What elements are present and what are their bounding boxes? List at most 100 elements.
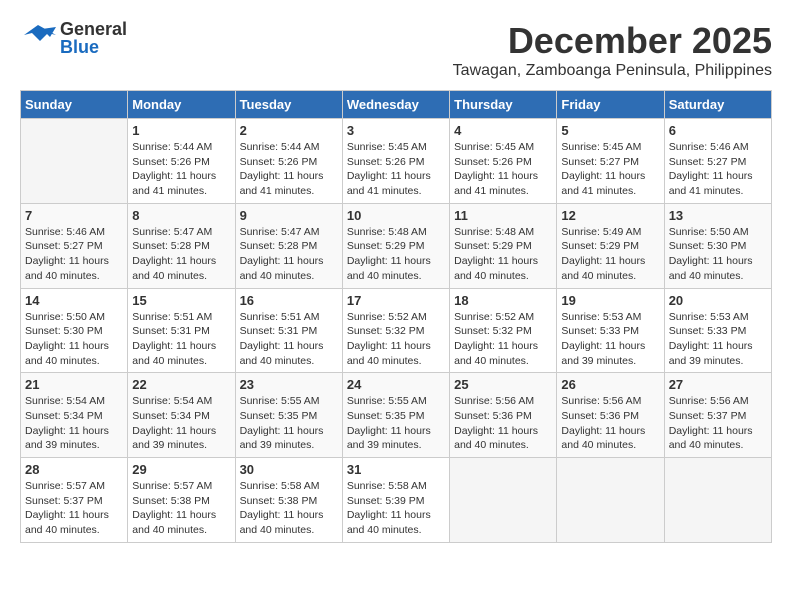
day-info: Sunrise: 5:56 AMSunset: 5:37 PMDaylight:… xyxy=(669,394,767,453)
weekday-header-sunday: Sunday xyxy=(21,91,128,119)
calendar-cell xyxy=(21,119,128,204)
calendar-cell: 3 Sunrise: 5:45 AMSunset: 5:26 PMDaylight… xyxy=(342,119,449,204)
calendar-cell: 13Sunrise: 5:50 AMSunset: 5:30 PMDayligh… xyxy=(664,203,771,288)
month-title: December 2025 xyxy=(453,20,772,62)
calendar-cell: 16Sunrise: 5:51 AMSunset: 5:31 PMDayligh… xyxy=(235,288,342,373)
weekday-header-row: SundayMondayTuesdayWednesdayThursdayFrid… xyxy=(21,91,772,119)
calendar-cell: 15 Sunrise: 5:51 AMSunset: 5:31 PMDayligh… xyxy=(128,288,235,373)
calendar-cell: 4 Sunrise: 5:45 AMSunset: 5:26 PMDaylight… xyxy=(450,119,557,204)
day-info: Sunrise: 5:46 AMSunset: 5:27 PMDaylight:… xyxy=(669,140,767,199)
day-number: 15 xyxy=(132,293,230,308)
calendar-cell: 10Sunrise: 5:48 AMSunset: 5:29 PMDayligh… xyxy=(342,203,449,288)
day-number: 29 xyxy=(132,462,230,477)
calendar-cell: 2 Sunrise: 5:44 AMSunset: 5:26 PMDaylight… xyxy=(235,119,342,204)
calendar-cell: 31Sunrise: 5:58 AMSunset: 5:39 PMDayligh… xyxy=(342,458,449,543)
calendar-cell: 29Sunrise: 5:57 AMSunset: 5:38 PMDayligh… xyxy=(128,458,235,543)
calendar-cell: 18 Sunrise: 5:52 AMSunset: 5:32 PMDayligh… xyxy=(450,288,557,373)
day-number: 4 xyxy=(454,123,552,138)
day-number: 18 xyxy=(454,293,552,308)
calendar-cell: 22Sunrise: 5:54 AMSunset: 5:34 PMDayligh… xyxy=(128,373,235,458)
calendar-cell: 25 Sunrise: 5:56 AMSunset: 5:36 PMDayligh… xyxy=(450,373,557,458)
calendar-cell: 26 Sunrise: 5:56 AMSunset: 5:36 PMDayligh… xyxy=(557,373,664,458)
day-info: Sunrise: 5:48 AMSunset: 5:29 PMDaylight:… xyxy=(454,225,552,284)
location-subtitle: Tawagan, Zamboanga Peninsula, Philippine… xyxy=(453,62,772,80)
calendar-week-row: 28 Sunrise: 5:57 AMSunset: 5:37 PMDayligh… xyxy=(21,458,772,543)
day-info: Sunrise: 5:50 AMSunset: 5:30 PMDaylight:… xyxy=(669,225,767,284)
day-info: Sunrise: 5:51 AMSunset: 5:31 PMDaylight:… xyxy=(132,310,230,369)
day-info: Sunrise: 5:53 AMSunset: 5:33 PMDaylight:… xyxy=(669,310,767,369)
day-number: 5 xyxy=(561,123,659,138)
day-number: 7 xyxy=(25,208,123,223)
calendar-cell: 5 Sunrise: 5:45 AMSunset: 5:27 PMDaylight… xyxy=(557,119,664,204)
calendar-cell: 17 Sunrise: 5:52 AMSunset: 5:32 PMDayligh… xyxy=(342,288,449,373)
day-info: Sunrise: 5:57 AMSunset: 5:37 PMDaylight:… xyxy=(25,479,123,538)
day-number: 14 xyxy=(25,293,123,308)
day-info: Sunrise: 5:49 AMSunset: 5:29 PMDaylight:… xyxy=(561,225,659,284)
day-number: 3 xyxy=(347,123,445,138)
day-info: Sunrise: 5:53 AMSunset: 5:33 PMDaylight:… xyxy=(561,310,659,369)
day-number: 25 xyxy=(454,377,552,392)
calendar-cell: 1Sunrise: 5:44 AMSunset: 5:26 PMDaylight… xyxy=(128,119,235,204)
day-number: 20 xyxy=(669,293,767,308)
calendar-cell xyxy=(450,458,557,543)
calendar-cell: 6 Sunrise: 5:46 AMSunset: 5:27 PMDaylight… xyxy=(664,119,771,204)
calendar-cell: 20 Sunrise: 5:53 AMSunset: 5:33 PMDayligh… xyxy=(664,288,771,373)
calendar-week-row: 21 Sunrise: 5:54 AMSunset: 5:34 PMDayligh… xyxy=(21,373,772,458)
day-info: Sunrise: 5:52 AMSunset: 5:32 PMDaylight:… xyxy=(347,310,445,369)
day-number: 26 xyxy=(561,377,659,392)
day-info: Sunrise: 5:45 AMSunset: 5:26 PMDaylight:… xyxy=(454,140,552,199)
logo: General Blue xyxy=(20,20,127,56)
day-number: 31 xyxy=(347,462,445,477)
calendar-table: SundayMondayTuesdayWednesdayThursdayFrid… xyxy=(20,90,772,543)
day-number: 30 xyxy=(240,462,338,477)
day-info: Sunrise: 5:47 AMSunset: 5:28 PMDaylight:… xyxy=(240,225,338,284)
day-number: 2 xyxy=(240,123,338,138)
day-number: 11 xyxy=(454,208,552,223)
weekday-header-wednesday: Wednesday xyxy=(342,91,449,119)
day-info: Sunrise: 5:54 AMSunset: 5:34 PMDaylight:… xyxy=(25,394,123,453)
day-number: 24 xyxy=(347,377,445,392)
day-info: Sunrise: 5:56 AMSunset: 5:36 PMDaylight:… xyxy=(454,394,552,453)
day-info: Sunrise: 5:51 AMSunset: 5:31 PMDaylight:… xyxy=(240,310,338,369)
title-section: December 2025 Tawagan, Zamboanga Peninsu… xyxy=(453,20,772,80)
day-number: 6 xyxy=(669,123,767,138)
calendar-cell: 11 Sunrise: 5:48 AMSunset: 5:29 PMDayligh… xyxy=(450,203,557,288)
calendar-cell: 28 Sunrise: 5:57 AMSunset: 5:37 PMDayligh… xyxy=(21,458,128,543)
day-info: Sunrise: 5:56 AMSunset: 5:36 PMDaylight:… xyxy=(561,394,659,453)
day-number: 12 xyxy=(561,208,659,223)
calendar-cell: 23 Sunrise: 5:55 AMSunset: 5:35 PMDayligh… xyxy=(235,373,342,458)
weekday-header-saturday: Saturday xyxy=(664,91,771,119)
calendar-cell: 30Sunrise: 5:58 AMSunset: 5:38 PMDayligh… xyxy=(235,458,342,543)
day-number: 23 xyxy=(240,377,338,392)
day-info: Sunrise: 5:45 AMSunset: 5:27 PMDaylight:… xyxy=(561,140,659,199)
day-number: 19 xyxy=(561,293,659,308)
calendar-cell: 14Sunrise: 5:50 AMSunset: 5:30 PMDayligh… xyxy=(21,288,128,373)
weekday-header-friday: Friday xyxy=(557,91,664,119)
calendar-cell xyxy=(557,458,664,543)
day-number: 28 xyxy=(25,462,123,477)
calendar-cell: 7Sunrise: 5:46 AMSunset: 5:27 PMDaylight… xyxy=(21,203,128,288)
calendar-cell: 8Sunrise: 5:47 AMSunset: 5:28 PMDaylight… xyxy=(128,203,235,288)
calendar-week-row: 14Sunrise: 5:50 AMSunset: 5:30 PMDayligh… xyxy=(21,288,772,373)
calendar-cell: 9Sunrise: 5:47 AMSunset: 5:28 PMDaylight… xyxy=(235,203,342,288)
weekday-header-monday: Monday xyxy=(128,91,235,119)
calendar-cell: 12 Sunrise: 5:49 AMSunset: 5:29 PMDayligh… xyxy=(557,203,664,288)
day-info: Sunrise: 5:52 AMSunset: 5:32 PMDaylight:… xyxy=(454,310,552,369)
day-info: Sunrise: 5:47 AMSunset: 5:28 PMDaylight:… xyxy=(132,225,230,284)
day-info: Sunrise: 5:44 AMSunset: 5:26 PMDaylight:… xyxy=(132,140,230,199)
logo-bird-icon xyxy=(20,23,56,53)
weekday-header-tuesday: Tuesday xyxy=(235,91,342,119)
calendar-cell: 19 Sunrise: 5:53 AMSunset: 5:33 PMDayligh… xyxy=(557,288,664,373)
day-info: Sunrise: 5:55 AMSunset: 5:35 PMDaylight:… xyxy=(347,394,445,453)
day-info: Sunrise: 5:45 AMSunset: 5:26 PMDaylight:… xyxy=(347,140,445,199)
calendar-cell: 27Sunrise: 5:56 AMSunset: 5:37 PMDayligh… xyxy=(664,373,771,458)
logo-blue-text: Blue xyxy=(60,38,127,56)
calendar-cell: 24 Sunrise: 5:55 AMSunset: 5:35 PMDayligh… xyxy=(342,373,449,458)
day-info: Sunrise: 5:48 AMSunset: 5:29 PMDaylight:… xyxy=(347,225,445,284)
day-info: Sunrise: 5:55 AMSunset: 5:35 PMDaylight:… xyxy=(240,394,338,453)
day-info: Sunrise: 5:44 AMSunset: 5:26 PMDaylight:… xyxy=(240,140,338,199)
day-number: 21 xyxy=(25,377,123,392)
day-number: 17 xyxy=(347,293,445,308)
calendar-cell: 21 Sunrise: 5:54 AMSunset: 5:34 PMDayligh… xyxy=(21,373,128,458)
calendar-week-row: 1Sunrise: 5:44 AMSunset: 5:26 PMDaylight… xyxy=(21,119,772,204)
